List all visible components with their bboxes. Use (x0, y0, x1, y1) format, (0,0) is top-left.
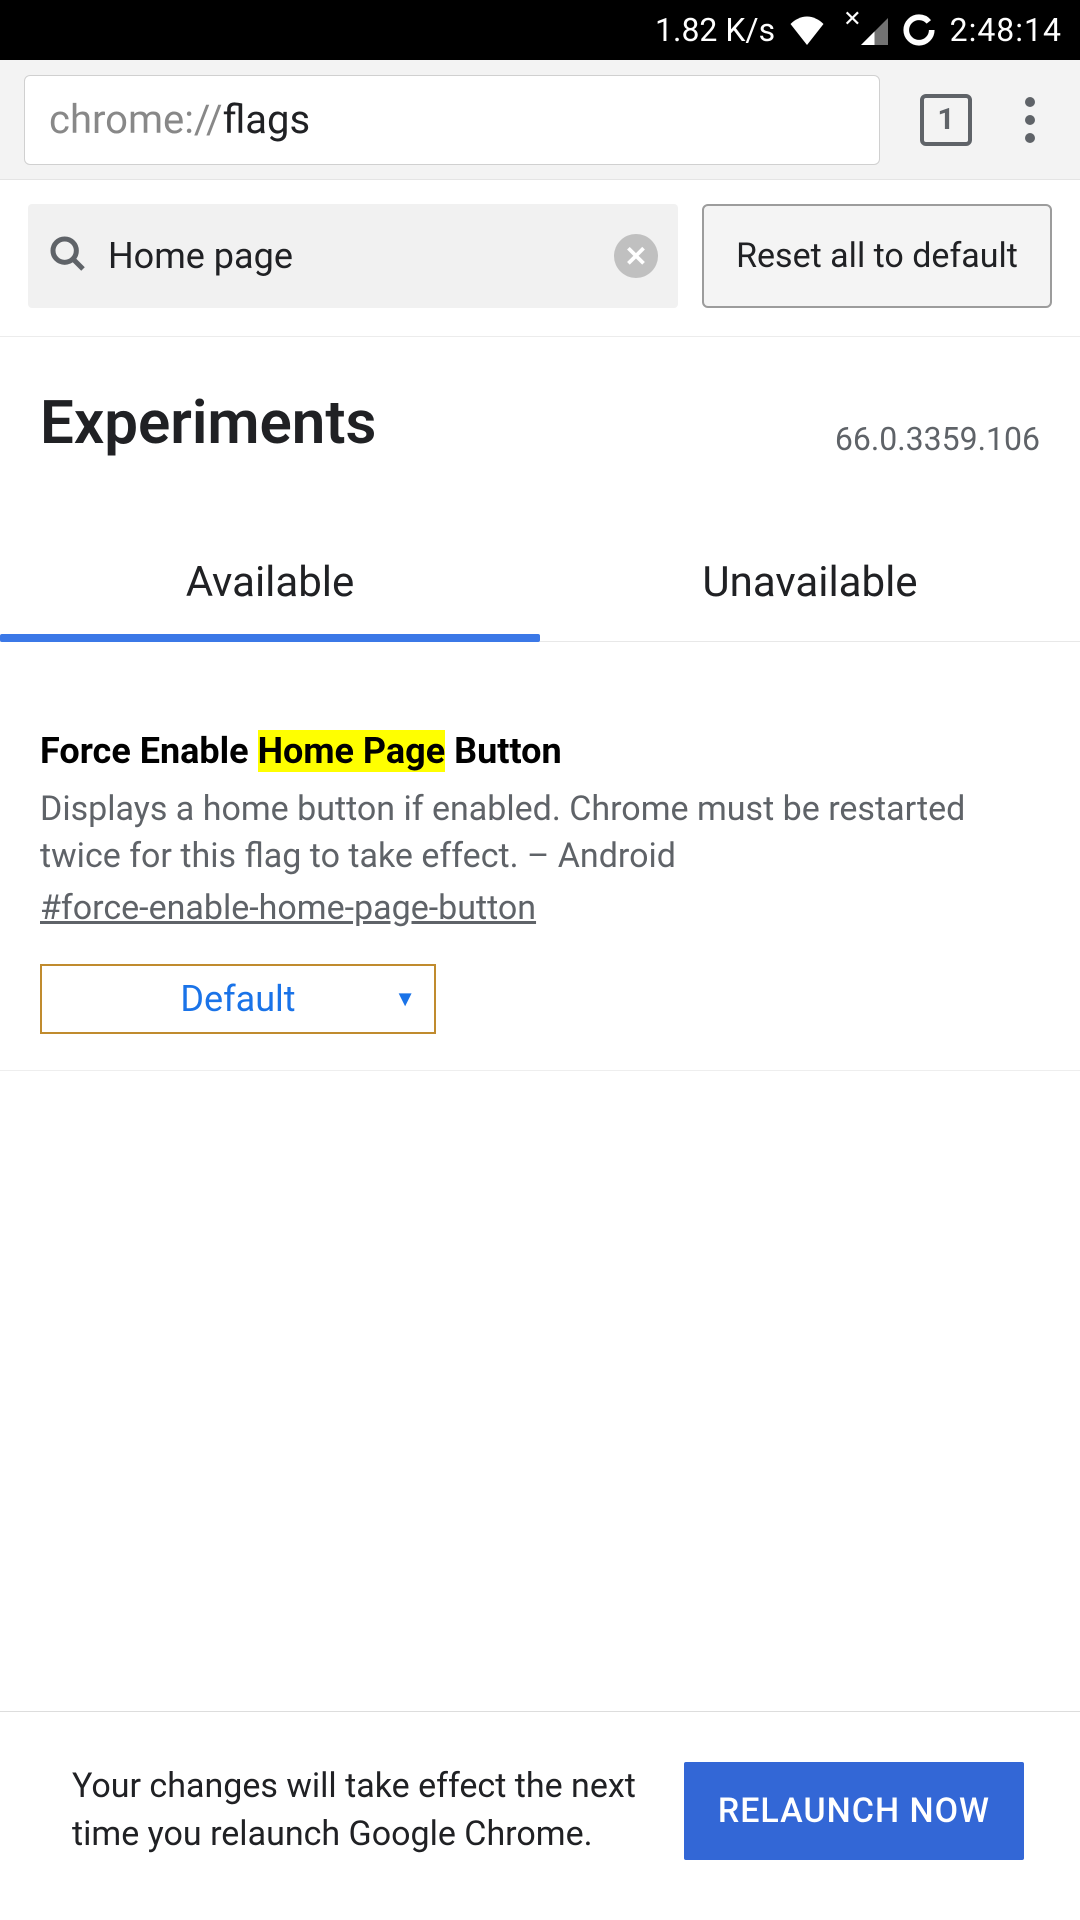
data-sync-icon (902, 13, 936, 47)
select-value: Default (180, 978, 295, 1020)
flags-search-input[interactable]: Home page ✕ (28, 204, 678, 308)
url-bar[interactable]: chrome://flags (24, 75, 880, 165)
android-statusbar: 1.82 K/s ✕ 2:48:14 (0, 0, 1080, 60)
reset-label: Reset all to default (736, 235, 1018, 278)
chrome-version: 66.0.3359.106 (835, 420, 1040, 458)
network-speed: 1.82 K/s (655, 11, 775, 49)
relaunch-bar: Your changes will take effect the next t… (0, 1711, 1080, 1920)
flag-state-select[interactable]: Default ▼ (40, 964, 436, 1034)
url-scheme: chrome:// (49, 96, 223, 143)
close-icon: ✕ (624, 240, 647, 273)
search-icon (48, 234, 88, 278)
flag-item: Force Enable Home Page Button Displays a… (0, 642, 1080, 1071)
flag-description: Displays a home button if enabled. Chrom… (40, 786, 1040, 880)
tabs: Available Unavailable (0, 558, 1080, 642)
relaunch-message: Your changes will take effect the next t… (72, 1763, 644, 1858)
page-title: Experiments (40, 387, 376, 458)
relaunch-button[interactable]: RELAUNCH NOW (684, 1762, 1024, 1861)
tab-count: 1 (937, 102, 954, 137)
browser-toolbar: chrome://flags 1 (0, 60, 1080, 180)
search-highlight: Home Page (258, 730, 446, 772)
clock: 2:48:14 (950, 11, 1062, 49)
tab-switcher-button[interactable]: 1 (920, 94, 972, 146)
overflow-menu-button[interactable] (1000, 97, 1060, 143)
clear-search-button[interactable]: ✕ (614, 234, 658, 278)
search-query: Home page (88, 235, 614, 277)
url-path: flags (223, 96, 311, 143)
flag-permalink[interactable]: #force-enable-home-page-button (40, 888, 1040, 928)
chevron-down-icon: ▼ (394, 986, 416, 1012)
reset-all-button[interactable]: Reset all to default (702, 204, 1052, 308)
flags-toolbar: Home page ✕ Reset all to default (0, 180, 1080, 337)
flag-title: Force Enable Home Page Button (40, 730, 1040, 772)
cell-signal-icon: ✕ (839, 15, 887, 45)
tab-available[interactable]: Available (0, 558, 540, 641)
wifi-icon (789, 15, 825, 45)
tab-unavailable[interactable]: Unavailable (540, 558, 1080, 641)
page-header: Experiments 66.0.3359.106 (0, 337, 1080, 468)
